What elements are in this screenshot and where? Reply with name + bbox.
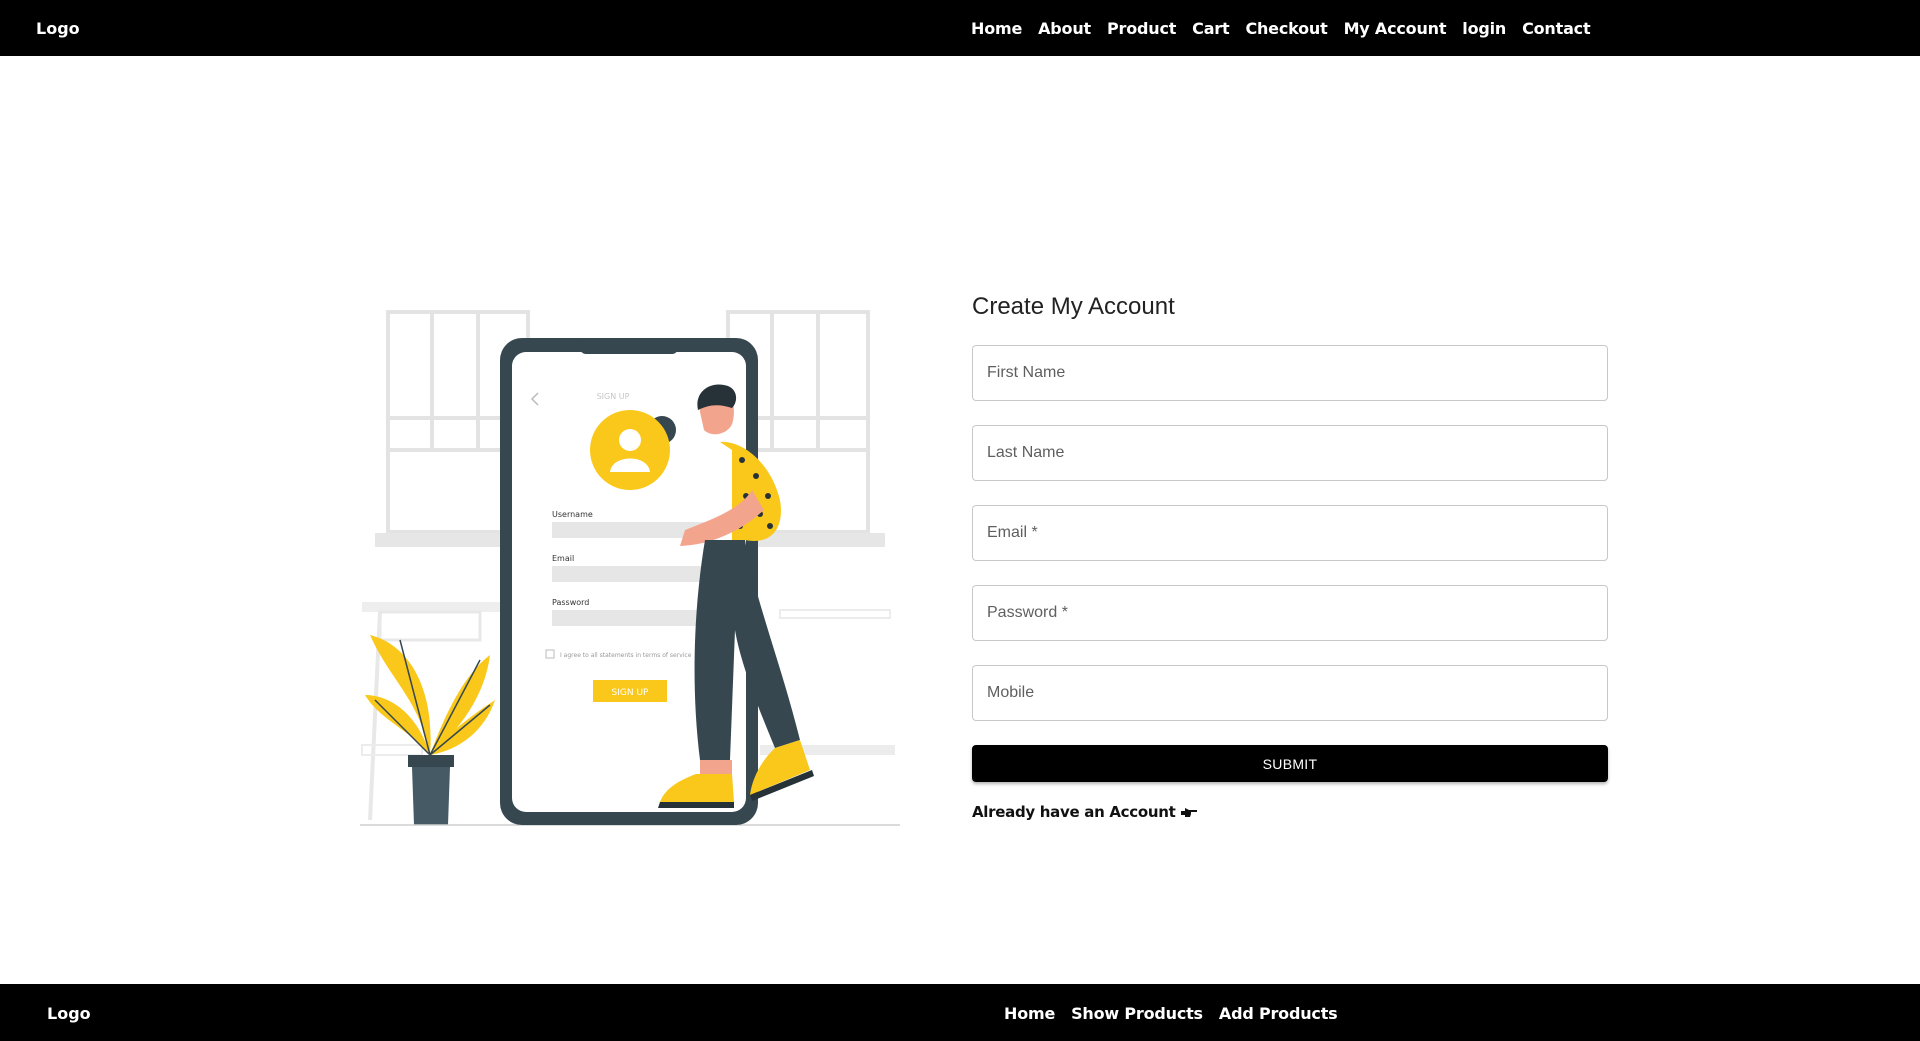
phone-email-label: Email	[552, 554, 574, 563]
main-nav: Home About Product Cart Checkout My Acco…	[971, 19, 1591, 38]
phone-username-label: Username	[552, 510, 593, 519]
nav-link-product[interactable]: Product	[1107, 19, 1176, 38]
login-link[interactable]: Already have an Account	[972, 803, 1608, 821]
nav-link-checkout[interactable]: Checkout	[1245, 19, 1327, 38]
phone-signup-button: SIGN UP	[612, 688, 650, 698]
footer-logo[interactable]: Logo	[47, 1004, 91, 1023]
footer-link-home[interactable]: Home	[1004, 1004, 1055, 1023]
nav-link-contact[interactable]: Contact	[1522, 19, 1591, 38]
last-name-input[interactable]	[972, 425, 1608, 481]
form-title: Create My Account	[972, 293, 1175, 320]
header-logo[interactable]: Logo	[36, 19, 80, 38]
signup-illustration-svg: SIGN UP Username Email Password I agree …	[360, 310, 900, 826]
login-link-label: Already have an Account	[972, 803, 1176, 821]
nav-link-about[interactable]: About	[1038, 19, 1091, 38]
footer-link-show-products[interactable]: Show Products	[1071, 1004, 1203, 1023]
pointing-hand-icon	[1180, 808, 1197, 817]
phone-terms-text: I agree to all statements in terms of se…	[560, 652, 692, 659]
mobile-input[interactable]	[972, 665, 1608, 721]
password-input[interactable]	[972, 585, 1608, 641]
submit-button[interactable]: SUBMIT	[972, 745, 1608, 782]
email-input[interactable]	[972, 505, 1608, 561]
phone-screen-title: SIGN UP	[597, 392, 630, 401]
create-account-form: Create My Account SUBMIT Already have an…	[972, 292, 1608, 821]
footer: Logo Home Show Products Add Products	[0, 984, 1920, 1041]
signup-illustration: SIGN UP Username Email Password I agree …	[360, 300, 900, 830]
phone-password-label: Password	[552, 598, 589, 607]
footer-link-add-products[interactable]: Add Products	[1219, 1004, 1338, 1023]
nav-link-cart[interactable]: Cart	[1192, 19, 1229, 38]
nav-link-login[interactable]: login	[1462, 19, 1506, 38]
first-name-input[interactable]	[972, 345, 1608, 401]
top-navbar: Logo Home About Product Cart Checkout My…	[0, 0, 1920, 56]
footer-nav: Home Show Products Add Products	[1004, 1004, 1338, 1023]
nav-link-home[interactable]: Home	[971, 19, 1022, 38]
nav-link-my-account[interactable]: My Account	[1344, 19, 1447, 38]
